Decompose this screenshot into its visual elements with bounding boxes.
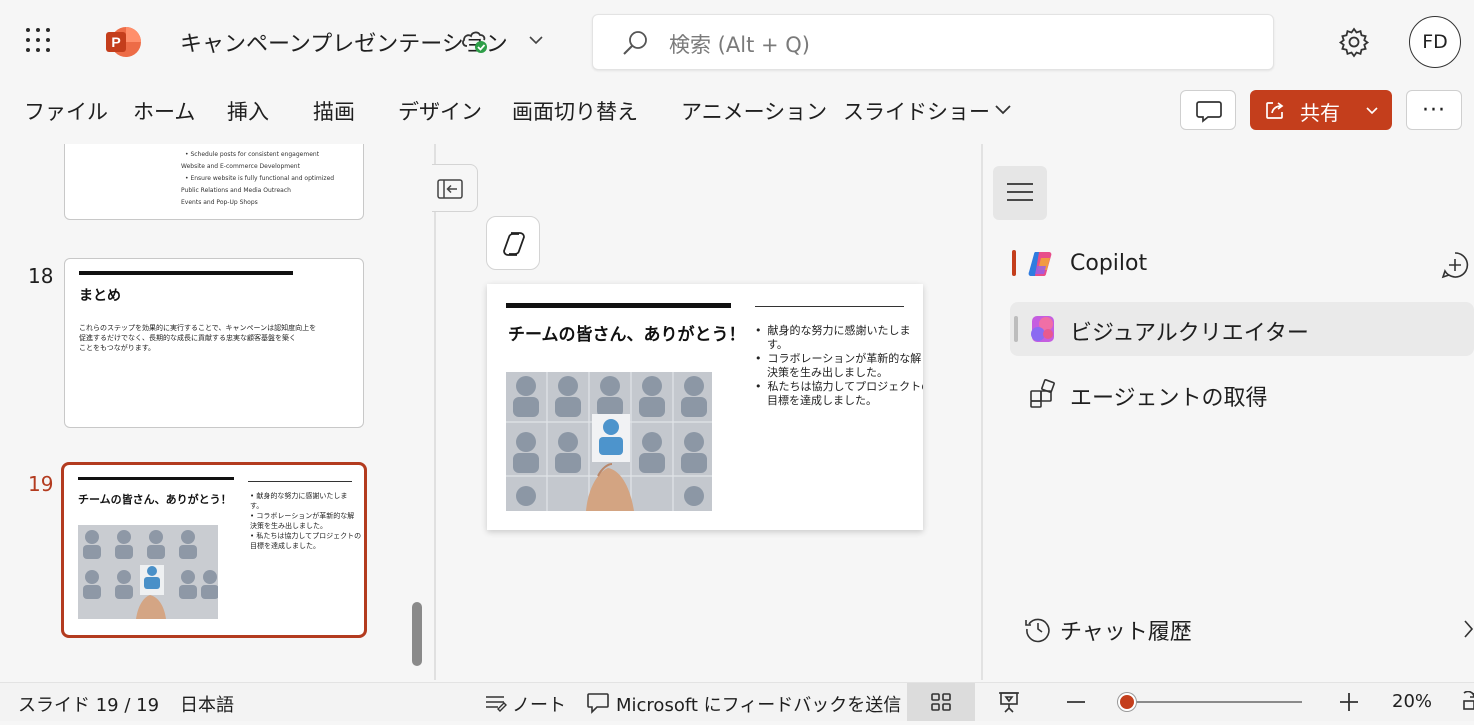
avatar[interactable]: FD — [1409, 16, 1461, 68]
gear-icon[interactable] — [1338, 26, 1370, 58]
get-agents-nav-item[interactable]: エージェントの取得 — [1010, 370, 1474, 416]
comments-button[interactable] — [1180, 90, 1236, 130]
app-launcher-icon[interactable] — [26, 28, 54, 56]
slide-thumbnail-17[interactable]: • Schedule posts for consistent engageme… — [64, 144, 364, 220]
ellipsis-icon: ··· — [1422, 97, 1446, 123]
feedback-label: Microsoft にフィードバックを送信 — [616, 695, 902, 716]
visual-creator-icon — [1031, 316, 1054, 342]
slide-thumbnail-19[interactable]: チームの皆さん、ありがとう！ • 献身的な努力に感謝いたしま す。 • コラボレ… — [61, 462, 367, 638]
more-tabs-chevron-icon[interactable] — [992, 100, 1014, 120]
slide-sorter-button[interactable] — [907, 683, 975, 721]
thumbnail-scrollbar[interactable] — [412, 602, 422, 666]
thumb19-team-image — [78, 525, 218, 619]
tab-insert[interactable]: 挿入 — [227, 96, 269, 126]
chat-history-label: チャット履歴 — [1060, 620, 1192, 645]
zoom-in-icon[interactable] — [1338, 691, 1360, 713]
title-rule — [78, 477, 234, 480]
visual-creator-nav-item[interactable]: ビジュアルクリエイター — [1010, 302, 1474, 356]
language-indicator[interactable]: 日本語 — [180, 691, 234, 717]
search-box[interactable]: 検索 (Alt + Q) — [592, 14, 1274, 70]
title-rule — [79, 271, 293, 275]
fit-to-window-icon[interactable] — [1460, 691, 1474, 713]
collapse-pane-icon — [437, 179, 463, 199]
slide-counter: スライド 19 / 19 — [18, 695, 160, 716]
thumb19-title: チームの皆さん、ありがとう！ — [78, 493, 232, 506]
slide-thumbnail-18[interactable]: まとめ これらのステップを効果的に実行することで、キャンペーンは認知度向上を 促… — [64, 258, 364, 428]
powerpoint-logo-icon: P — [106, 27, 141, 57]
hamburger-icon — [1007, 183, 1033, 201]
cloud-saved-icon[interactable] — [460, 28, 490, 54]
logo-letter: P — [111, 34, 120, 50]
title-rule — [506, 303, 731, 308]
search-icon — [623, 31, 647, 55]
active-indicator — [1012, 250, 1016, 276]
visual-creator-label: ビジュアルクリエイター — [1070, 321, 1309, 346]
status-bar: スライド 19 / 19 日本語 ノート Microsoft にフィードバックを… — [0, 682, 1474, 721]
tab-file[interactable]: ファイル — [24, 96, 108, 126]
collapse-pane-button[interactable] — [432, 164, 478, 212]
share-label: 共有 — [1300, 101, 1340, 125]
copilot-slide-button[interactable] — [486, 216, 540, 270]
copilot-label: Copilot — [1070, 251, 1148, 276]
notes-button[interactable]: ノート — [484, 687, 566, 717]
feedback-button[interactable]: Microsoft にフィードバックを送信 — [586, 687, 901, 717]
zoom-out-icon[interactable] — [1064, 693, 1088, 711]
team-puzzle-image[interactable] — [506, 372, 712, 511]
menu-button[interactable] — [993, 166, 1047, 220]
copilot-pane-divider — [981, 144, 983, 680]
chevron-right-icon — [1464, 620, 1474, 638]
main-slide-canvas[interactable]: チームの皆さん、ありがとう！ • 献身的な努力に感謝いたしま す。 • コラボレーシ… — [487, 284, 923, 530]
grid-view-icon — [931, 693, 951, 711]
search-placeholder: 検索 (Alt + Q) — [669, 33, 810, 57]
tab-transitions[interactable]: 画面切り替え — [512, 96, 638, 126]
share-button[interactable]: 共有 — [1250, 90, 1392, 130]
copilot-nav-item[interactable]: Copilot — [1010, 244, 1474, 288]
zoom-slider-track[interactable] — [1122, 701, 1302, 703]
thumb17-line: Website and E-commerce Development — [181, 163, 300, 170]
tab-animations[interactable]: アニメーション — [681, 96, 827, 126]
chevron-down-icon[interactable] — [526, 30, 546, 50]
bullet-rule — [248, 481, 352, 482]
bullet-rule — [755, 306, 904, 307]
thumb19-bullets: • 献身的な努力に感謝いたしま す。 • コラボレーションが革新的な解 決策を生… — [250, 492, 362, 550]
thumb17-line: Public Relations and Media Outreach — [181, 187, 291, 194]
get-agents-label: エージェントの取得 — [1070, 386, 1268, 411]
slide-title[interactable]: チームの皆さん、ありがとう！ — [508, 320, 746, 345]
history-icon — [1025, 618, 1050, 643]
thumb17-line: Events and Pop-Up Shops — [181, 199, 258, 206]
slide-number-19: 19 — [28, 472, 54, 496]
presenter-view-icon[interactable] — [996, 689, 1022, 715]
new-chat-icon[interactable] — [1440, 250, 1470, 280]
document-title[interactable]: キャンペーンプレゼンテーション — [180, 26, 508, 58]
zoom-level[interactable]: 20% — [1392, 691, 1432, 712]
slide-thumbnail-pane[interactable]: • Schedule posts for consistent engageme… — [0, 144, 434, 680]
chevron-down-icon — [1366, 107, 1378, 115]
tab-slideshow[interactable]: スライドショー — [843, 96, 990, 126]
apps-grid-icon — [1030, 379, 1055, 408]
slide-number-18: 18 — [28, 264, 54, 288]
feedback-icon — [587, 693, 609, 714]
more-options-button[interactable]: ··· — [1406, 90, 1462, 130]
comment-icon — [1196, 101, 1222, 123]
share-icon — [1266, 102, 1284, 119]
thumb18-body: これらのステップを効果的に実行することで、キャンペーンは認知度向上を 促進するだ… — [79, 324, 317, 352]
notes-label: ノート — [512, 695, 566, 716]
tab-design[interactable]: デザイン — [398, 96, 482, 126]
pane-divider[interactable] — [434, 144, 436, 680]
chat-history-nav-item[interactable]: チャット履歴 — [1010, 608, 1474, 650]
notes-icon — [486, 696, 507, 712]
tab-home[interactable]: ホーム — [133, 96, 195, 126]
tab-draw[interactable]: 描画 — [313, 96, 355, 126]
bullet-item: • 献身的な努力に感謝いたしま — [755, 324, 911, 337]
thumb17-line: • Schedule posts for consistent engageme… — [185, 151, 320, 158]
item-indicator — [1014, 316, 1018, 342]
bullet-item: • コラボレーションが革新的な解 — [755, 352, 922, 365]
copilot-icon — [503, 232, 525, 256]
slide-bullet-list[interactable]: • 献身的な努力に感謝いたしま す。 • コラボレーションが革新的な解 決策を生み出… — [755, 324, 923, 408]
thumb18-title: まとめ — [79, 288, 121, 304]
bullet-item: • 私たちは協力してプロジェクトの — [755, 380, 923, 393]
copilot-logo-icon — [1028, 252, 1052, 276]
thumb17-line: • Ensure website is fully functional and… — [185, 175, 335, 182]
zoom-slider-thumb[interactable] — [1118, 693, 1137, 711]
